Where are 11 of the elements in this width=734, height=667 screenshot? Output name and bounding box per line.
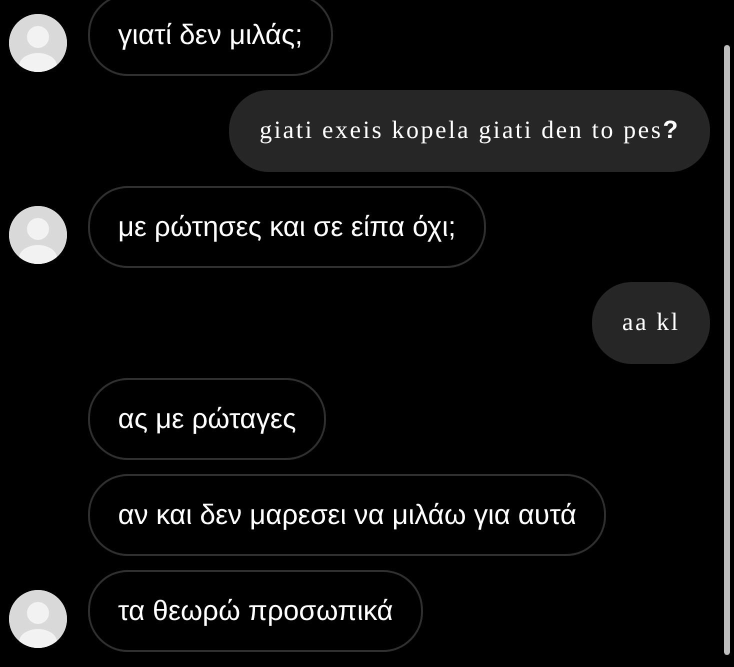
scrollbar[interactable] bbox=[724, 45, 730, 655]
sent-message-bubble: giati exeis kopela giati den to pes? bbox=[229, 90, 710, 172]
sent-message-bubble: aa kl bbox=[592, 282, 710, 364]
avatar-icon[interactable] bbox=[9, 206, 67, 264]
received-message-bubble: γιατί δεν μιλάς; bbox=[88, 0, 333, 76]
received-message-bubble: αν και δεν μαρεσει να μιλάω για αυτά bbox=[88, 474, 606, 556]
avatar-icon[interactable] bbox=[9, 590, 67, 648]
avatar-icon[interactable] bbox=[9, 14, 67, 72]
received-message-bubble: τα θεωρώ προσωπικά bbox=[88, 570, 424, 652]
received-message-bubble: ας με ρώταγες bbox=[88, 378, 326, 460]
received-message-bubble: με ρώτησες και σε είπα όχι; bbox=[88, 186, 486, 268]
